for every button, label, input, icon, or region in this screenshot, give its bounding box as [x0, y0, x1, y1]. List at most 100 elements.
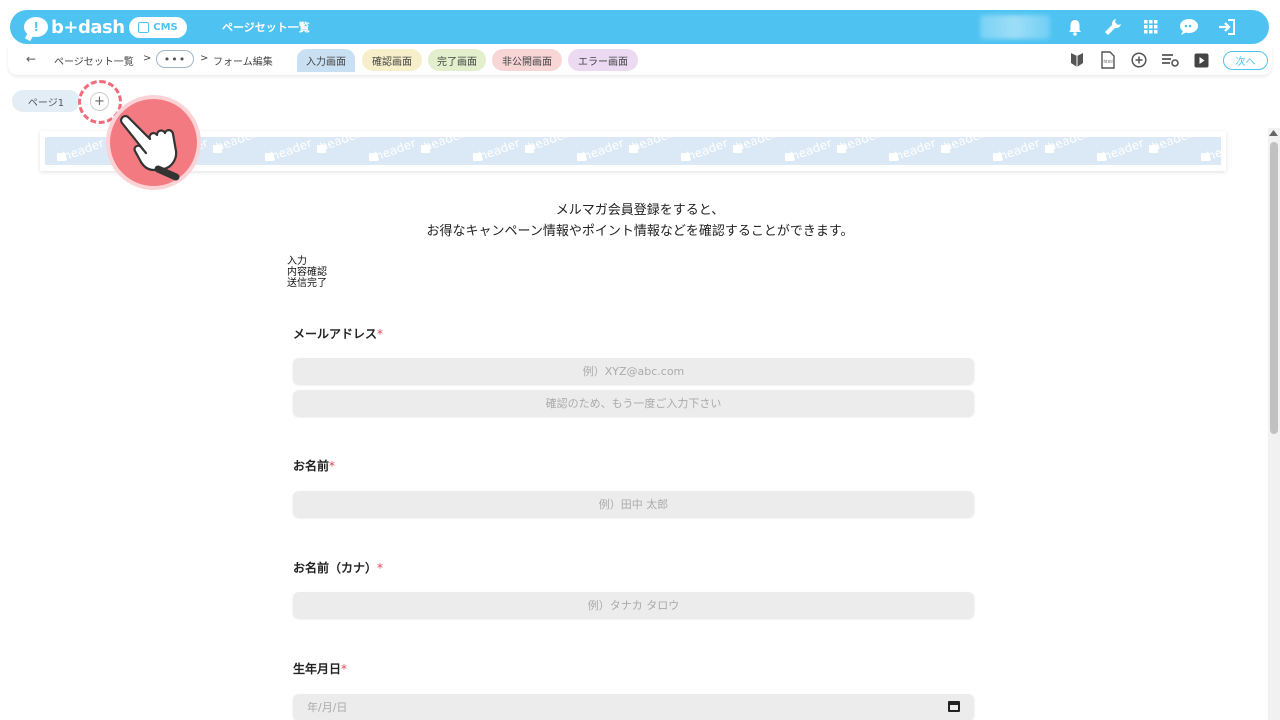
name-label-text: お名前 — [293, 459, 330, 473]
wrench-icon[interactable] — [1100, 15, 1126, 39]
edit-icon — [138, 22, 150, 33]
header-watermark-text: header — [942, 137, 987, 154]
required-mark: * — [377, 327, 384, 341]
logo-bubble-icon: ! — [24, 17, 48, 37]
logo-text: b+dash — [51, 16, 125, 38]
tab-label: 入力画面 — [306, 57, 346, 68]
pointing-hand-icon — [120, 115, 180, 181]
list-settings-icon[interactable] — [1159, 49, 1181, 71]
tab-label: エラー画面 — [578, 56, 628, 68]
tab-error-screen[interactable]: エラー画面 — [568, 49, 638, 71]
user-info-blurred — [980, 15, 1050, 39]
breadcrumb-form-edit: フォーム編集 — [213, 57, 273, 68]
step-input: 入力 — [287, 256, 307, 267]
breadcrumb-separator: > — [143, 53, 152, 64]
header-block[interactable]: header header header header header header head… — [40, 131, 1226, 171]
chat-icon[interactable] — [1176, 15, 1202, 39]
header-watermark-text: header — [997, 137, 1042, 163]
bdash-logo[interactable]: ! b+dash — [24, 15, 125, 39]
required-mark: * — [329, 459, 336, 473]
header-watermark-text: header — [685, 137, 730, 163]
bell-icon[interactable] — [1062, 15, 1088, 39]
scrollbar-thumb[interactable] — [1270, 142, 1278, 434]
next-button[interactable]: 次へ — [1223, 50, 1268, 70]
form-steps: 入力 内容確認 送信完了 — [287, 256, 327, 289]
header-watermark-text: header — [1046, 137, 1091, 154]
header-placeholder-banner: header header header header header header head… — [45, 137, 1221, 165]
kana-label-text: お名前（カナ） — [293, 561, 378, 575]
header-watermark-text: header — [526, 137, 571, 154]
header-watermark-text: header — [477, 137, 522, 163]
header-watermark-text: header — [630, 137, 675, 154]
top-icons — [1062, 15, 1240, 39]
page-title: ページセット一覧 — [222, 21, 310, 34]
email-field[interactable]: 例）XYZ@abc.com — [293, 358, 974, 384]
breadcrumb-separator: > — [200, 53, 209, 64]
cms-label: CMS — [153, 22, 178, 33]
back-arrow-icon[interactable]: ← — [26, 52, 36, 66]
logout-icon[interactable] — [1214, 15, 1240, 39]
header-watermark-text: header — [893, 137, 938, 163]
intro-line-2: お得なキャンペーン情報やポイント情報などを確認することができます。 — [426, 224, 854, 239]
header-watermark-text: header — [269, 137, 314, 163]
header-watermark-text: header — [789, 137, 834, 163]
name-label: お名前* — [293, 457, 335, 474]
header-watermark-text: header — [61, 137, 106, 163]
calendar-icon[interactable] — [948, 701, 960, 712]
cms-button[interactable]: CMS — [129, 17, 187, 38]
birthdate-placeholder: 年/月/日 — [307, 701, 348, 714]
grid-icon[interactable] — [1138, 15, 1164, 39]
header-watermark-text: header — [581, 137, 626, 163]
tap-hint-circle — [106, 95, 201, 190]
kana-field[interactable]: 例）タナカ タロウ — [293, 592, 974, 618]
tab-input-screen[interactable]: 入力画面 — [297, 49, 355, 72]
scroll-up-icon[interactable] — [1269, 130, 1278, 136]
email-confirm-placeholder: 確認のため、もう一度ご入力下さい — [545, 397, 722, 410]
intro-line-1: メルマガ会員登録をすると、 — [555, 203, 725, 218]
header-watermark-text: header — [1205, 137, 1221, 163]
breadcrumb-more-button[interactable]: ••• — [156, 50, 194, 68]
add-circle-icon[interactable] — [1128, 49, 1150, 71]
step-confirm: 内容確認 — [287, 267, 327, 278]
header-watermark-text: header — [838, 137, 883, 154]
tab-label: 非公開画面 — [502, 56, 552, 68]
name-placeholder: 例）田中 太郎 — [598, 498, 669, 511]
header-watermark-text: header — [422, 137, 467, 154]
header-watermark-text: header — [1150, 137, 1195, 154]
name-field[interactable]: 例）田中 太郎 — [293, 491, 974, 517]
email-label: メールアドレス* — [293, 325, 383, 342]
required-mark: * — [377, 561, 384, 575]
top-bar: ! b+dash CMS ページセット一覧 — [10, 10, 1269, 44]
tab-private-screen[interactable]: 非公開画面 — [492, 49, 562, 71]
tab-label: 確認画面 — [372, 56, 412, 68]
birthdate-label-text: 生年月日 — [293, 662, 342, 676]
tab-confirm-screen[interactable]: 確認画面 — [362, 49, 422, 71]
birthdate-field[interactable]: 年/月/日 — [293, 694, 974, 720]
step-complete: 送信完了 — [287, 278, 327, 289]
page-tab-1[interactable]: ページ1 — [12, 90, 80, 112]
svg-text:html: html — [1104, 59, 1113, 64]
header-pattern: header header header header header header head… — [45, 137, 1221, 163]
header-watermark-text: header — [373, 137, 418, 163]
header-watermark-text: header — [45, 137, 50, 154]
sub-navigation: ← ページセット一覧 > ••• > フォーム編集 入力画面 確認画面 完了画面… — [8, 45, 1272, 75]
header-watermark-text: header — [318, 137, 363, 154]
header-watermark-text: header — [1101, 137, 1146, 163]
required-mark: * — [341, 662, 348, 676]
header-watermark-text: header — [214, 137, 259, 154]
kana-placeholder: 例）タナカ タロウ — [587, 599, 680, 612]
editor-tools: html 次へ — [1066, 49, 1268, 71]
email-placeholder: 例）XYZ@abc.com — [582, 365, 685, 378]
form-intro: メルマガ会員登録をすると、 お得なキャンペーン情報やポイント情報などを確認するこ… — [300, 200, 980, 242]
beginner-icon[interactable] — [1066, 49, 1088, 71]
email-label-text: メールアドレス — [293, 327, 378, 341]
play-icon[interactable] — [1190, 49, 1212, 71]
html-file-icon[interactable]: html — [1097, 49, 1119, 71]
tab-label: 完了画面 — [437, 56, 477, 68]
email-confirm-field[interactable]: 確認のため、もう一度ご入力下さい — [293, 390, 974, 416]
breadcrumb-page-set-list[interactable]: ページセット一覧 — [54, 53, 134, 68]
kana-label: お名前（カナ）* — [293, 559, 383, 576]
tab-complete-screen[interactable]: 完了画面 — [428, 49, 486, 71]
header-watermark-text: header — [734, 137, 779, 154]
birthdate-label: 生年月日* — [293, 660, 347, 677]
